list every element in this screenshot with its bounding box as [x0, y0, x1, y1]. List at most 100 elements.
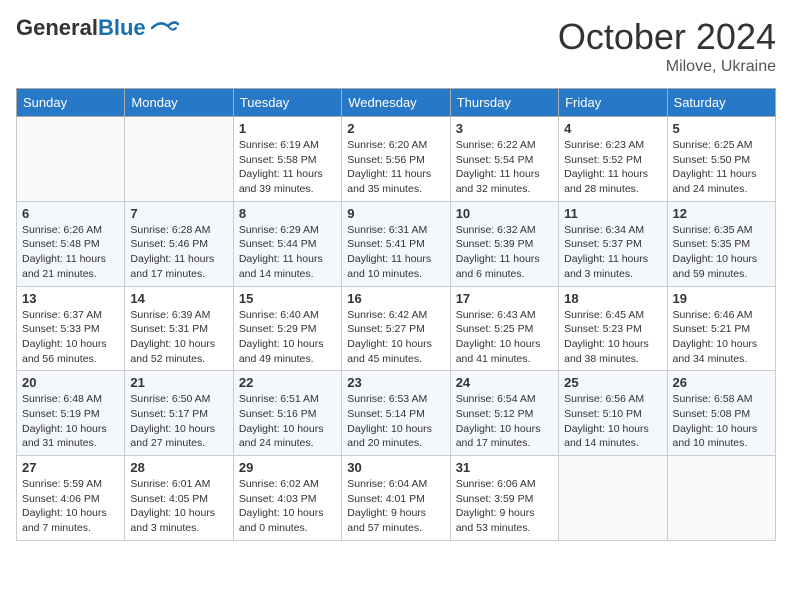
day-number: 15 — [239, 291, 336, 306]
calendar-cell — [125, 117, 233, 202]
day-number: 14 — [130, 291, 227, 306]
logo: GeneralBlue — [16, 16, 180, 40]
day-info: Sunrise: 6:53 AMSunset: 5:14 PMDaylight:… — [347, 392, 444, 451]
calendar-cell — [17, 117, 125, 202]
day-number: 9 — [347, 206, 444, 221]
day-info: Sunrise: 6:48 AMSunset: 5:19 PMDaylight:… — [22, 392, 119, 451]
day-info: Sunrise: 5:59 AMSunset: 4:06 PMDaylight:… — [22, 477, 119, 536]
weekday-header-thursday: Thursday — [450, 89, 558, 117]
day-info: Sunrise: 6:04 AMSunset: 4:01 PMDaylight:… — [347, 477, 444, 536]
day-info: Sunrise: 6:50 AMSunset: 5:17 PMDaylight:… — [130, 392, 227, 451]
calendar-cell: 19 Sunrise: 6:46 AMSunset: 5:21 PMDayligh… — [667, 286, 775, 371]
calendar-cell: 15 Sunrise: 6:40 AMSunset: 5:29 PMDayligh… — [233, 286, 341, 371]
calendar-cell: 8Sunrise: 6:29 AMSunset: 5:44 PMDaylight… — [233, 201, 341, 286]
calendar-cell: 11 Sunrise: 6:34 AMSunset: 5:37 PMDayligh… — [559, 201, 667, 286]
calendar-cell: 20 Sunrise: 6:48 AMSunset: 5:19 PMDayligh… — [17, 371, 125, 456]
day-info: Sunrise: 6:31 AMSunset: 5:41 PMDaylight:… — [347, 223, 444, 282]
week-row-2: 6 Sunrise: 6:26 AMSunset: 5:48 PMDaylight… — [17, 201, 776, 286]
day-info: Sunrise: 6:29 AMSunset: 5:44 PMDaylight:… — [239, 223, 336, 282]
calendar-cell: 26Sunrise: 6:58 AMSunset: 5:08 PMDayligh… — [667, 371, 775, 456]
day-number: 20 — [22, 375, 119, 390]
week-row-4: 20 Sunrise: 6:48 AMSunset: 5:19 PMDayligh… — [17, 371, 776, 456]
calendar-cell — [667, 456, 775, 541]
day-info: Sunrise: 6:54 AMSunset: 5:12 PMDaylight:… — [456, 392, 553, 451]
calendar-cell: 24 Sunrise: 6:54 AMSunset: 5:12 PMDayligh… — [450, 371, 558, 456]
day-number: 13 — [22, 291, 119, 306]
calendar-cell: 29 Sunrise: 6:02 AMSunset: 4:03 PMDayligh… — [233, 456, 341, 541]
day-info: Sunrise: 6:46 AMSunset: 5:21 PMDaylight:… — [673, 308, 770, 367]
calendar-cell: 14Sunrise: 6:39 AMSunset: 5:31 PMDayligh… — [125, 286, 233, 371]
calendar-cell: 2 Sunrise: 6:20 AMSunset: 5:56 PMDaylight… — [342, 117, 450, 202]
day-number: 10 — [456, 206, 553, 221]
day-number: 21 — [130, 375, 227, 390]
day-info: Sunrise: 6:35 AMSunset: 5:35 PMDaylight:… — [673, 223, 770, 282]
title-area: October 2024 Milove, Ukraine — [558, 16, 776, 76]
calendar-cell: 1Sunrise: 6:19 AMSunset: 5:58 PMDaylight… — [233, 117, 341, 202]
day-info: Sunrise: 6:01 AMSunset: 4:05 PMDaylight:… — [130, 477, 227, 536]
day-number: 24 — [456, 375, 553, 390]
day-number: 23 — [347, 375, 444, 390]
day-info: Sunrise: 6:02 AMSunset: 4:03 PMDaylight:… — [239, 477, 336, 536]
day-number: 1 — [239, 121, 336, 136]
calendar-cell: 21 Sunrise: 6:50 AMSunset: 5:17 PMDayligh… — [125, 371, 233, 456]
week-row-1: 1Sunrise: 6:19 AMSunset: 5:58 PMDaylight… — [17, 117, 776, 202]
day-info: Sunrise: 6:37 AMSunset: 5:33 PMDaylight:… — [22, 308, 119, 367]
day-number: 6 — [22, 206, 119, 221]
week-row-3: 13 Sunrise: 6:37 AMSunset: 5:33 PMDayligh… — [17, 286, 776, 371]
day-info: Sunrise: 6:32 AMSunset: 5:39 PMDaylight:… — [456, 223, 553, 282]
calendar-cell: 6 Sunrise: 6:26 AMSunset: 5:48 PMDaylight… — [17, 201, 125, 286]
day-number: 7 — [130, 206, 227, 221]
calendar-cell: 30 Sunrise: 6:04 AMSunset: 4:01 PMDayligh… — [342, 456, 450, 541]
day-number: 28 — [130, 460, 227, 475]
calendar-cell: 22Sunrise: 6:51 AMSunset: 5:16 PMDayligh… — [233, 371, 341, 456]
week-row-5: 27 Sunrise: 5:59 AMSunset: 4:06 PMDayligh… — [17, 456, 776, 541]
day-number: 25 — [564, 375, 661, 390]
calendar-table: SundayMondayTuesdayWednesdayThursdayFrid… — [16, 88, 776, 541]
page-header: GeneralBlue October 2024 Milove, Ukraine — [16, 16, 776, 76]
day-info: Sunrise: 6:34 AMSunset: 5:37 PMDaylight:… — [564, 223, 661, 282]
day-info: Sunrise: 6:56 AMSunset: 5:10 PMDaylight:… — [564, 392, 661, 451]
day-number: 4 — [564, 121, 661, 136]
calendar-cell — [559, 456, 667, 541]
day-number: 17 — [456, 291, 553, 306]
day-info: Sunrise: 6:28 AMSunset: 5:46 PMDaylight:… — [130, 223, 227, 282]
calendar-cell: 27 Sunrise: 5:59 AMSunset: 4:06 PMDayligh… — [17, 456, 125, 541]
location: Milove, Ukraine — [558, 58, 776, 76]
calendar-cell: 10 Sunrise: 6:32 AMSunset: 5:39 PMDayligh… — [450, 201, 558, 286]
calendar-cell: 28 Sunrise: 6:01 AMSunset: 4:05 PMDayligh… — [125, 456, 233, 541]
day-number: 27 — [22, 460, 119, 475]
day-number: 31 — [456, 460, 553, 475]
day-info: Sunrise: 6:43 AMSunset: 5:25 PMDaylight:… — [456, 308, 553, 367]
day-number: 19 — [673, 291, 770, 306]
day-number: 16 — [347, 291, 444, 306]
day-number: 18 — [564, 291, 661, 306]
day-info: Sunrise: 6:58 AMSunset: 5:08 PMDaylight:… — [673, 392, 770, 451]
weekday-header-wednesday: Wednesday — [342, 89, 450, 117]
day-info: Sunrise: 6:22 AMSunset: 5:54 PMDaylight:… — [456, 138, 553, 197]
calendar-cell: 4Sunrise: 6:23 AMSunset: 5:52 PMDaylight… — [559, 117, 667, 202]
day-info: Sunrise: 6:25 AMSunset: 5:50 PMDaylight:… — [673, 138, 770, 197]
weekday-header-monday: Monday — [125, 89, 233, 117]
calendar-cell: 13 Sunrise: 6:37 AMSunset: 5:33 PMDayligh… — [17, 286, 125, 371]
day-number: 30 — [347, 460, 444, 475]
day-info: Sunrise: 6:40 AMSunset: 5:29 PMDaylight:… — [239, 308, 336, 367]
day-info: Sunrise: 6:06 AMSunset: 3:59 PMDaylight:… — [456, 477, 553, 536]
logo-blue: Blue — [98, 15, 146, 40]
weekday-header-sunday: Sunday — [17, 89, 125, 117]
day-number: 11 — [564, 206, 661, 221]
calendar-cell: 23 Sunrise: 6:53 AMSunset: 5:14 PMDayligh… — [342, 371, 450, 456]
day-number: 2 — [347, 121, 444, 136]
calendar-cell: 18Sunrise: 6:45 AMSunset: 5:23 PMDayligh… — [559, 286, 667, 371]
day-info: Sunrise: 6:26 AMSunset: 5:48 PMDaylight:… — [22, 223, 119, 282]
calendar-cell: 31 Sunrise: 6:06 AMSunset: 3:59 PMDayligh… — [450, 456, 558, 541]
calendar-cell: 12Sunrise: 6:35 AMSunset: 5:35 PMDayligh… — [667, 201, 775, 286]
logo-general: General — [16, 15, 98, 40]
day-info: Sunrise: 6:20 AMSunset: 5:56 PMDaylight:… — [347, 138, 444, 197]
day-info: Sunrise: 6:42 AMSunset: 5:27 PMDaylight:… — [347, 308, 444, 367]
weekday-header-tuesday: Tuesday — [233, 89, 341, 117]
day-number: 5 — [673, 121, 770, 136]
calendar-cell: 9 Sunrise: 6:31 AMSunset: 5:41 PMDaylight… — [342, 201, 450, 286]
day-number: 29 — [239, 460, 336, 475]
weekday-header-saturday: Saturday — [667, 89, 775, 117]
weekday-header-row: SundayMondayTuesdayWednesdayThursdayFrid… — [17, 89, 776, 117]
